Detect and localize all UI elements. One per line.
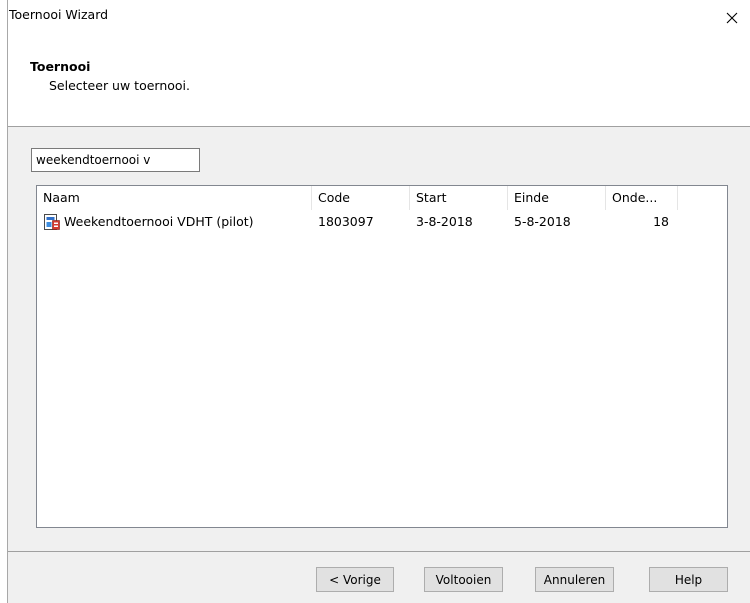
page-subtitle: Selecteer uw toernooi.: [49, 78, 190, 93]
column-header-name[interactable]: Naam: [37, 186, 312, 210]
title-bar: Toernooi Wizard: [8, 0, 750, 36]
cell-count: 18: [653, 214, 669, 229]
finish-button[interactable]: Voltooien: [424, 567, 503, 592]
wizard-header: Toernooi Selecteer uw toernooi.: [8, 36, 750, 127]
column-header-code[interactable]: Code: [312, 186, 410, 210]
column-header-count[interactable]: Onde...: [606, 186, 678, 210]
back-button[interactable]: < Vorige: [316, 567, 394, 592]
table-row[interactable]: Weekendtoernooi VDHT (pilot) 1803097 3-8…: [37, 211, 727, 233]
cancel-button[interactable]: Annuleren: [535, 567, 614, 592]
help-button[interactable]: Help: [649, 567, 728, 592]
wizard-window: Toernooi Wizard Toernooi Selecteer uw to…: [7, 0, 750, 603]
cell-end: 5-8-2018: [514, 214, 571, 229]
column-header-end[interactable]: Einde: [508, 186, 606, 210]
footer-divider: [8, 551, 750, 552]
page-title: Toernooi: [30, 59, 91, 74]
list-header: Naam Code Start Einde Onde...: [37, 186, 727, 210]
column-header-start[interactable]: Start: [410, 186, 508, 210]
close-icon: [726, 12, 738, 24]
tournament-icon: [44, 214, 60, 230]
window-title: Toernooi Wizard: [9, 7, 109, 22]
search-input[interactable]: [31, 148, 200, 172]
cell-code: 1803097: [318, 214, 374, 229]
close-button[interactable]: [714, 0, 750, 36]
tournament-list[interactable]: Naam Code Start Einde Onde... Weekendtoe…: [36, 185, 728, 528]
cell-name: Weekendtoernooi VDHT (pilot): [64, 214, 254, 229]
cell-start: 3-8-2018: [416, 214, 473, 229]
